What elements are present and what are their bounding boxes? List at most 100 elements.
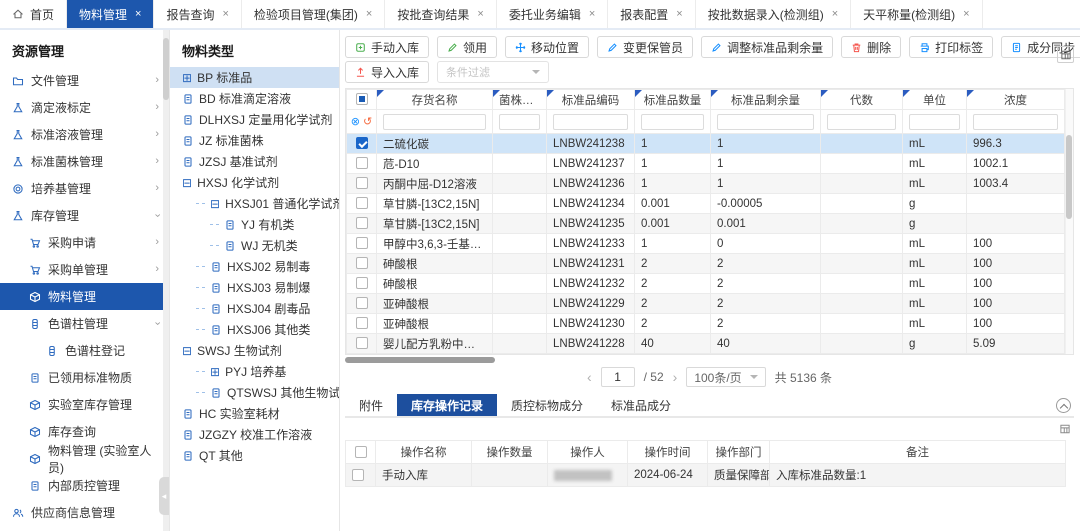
close-icon[interactable]: × [589,8,595,20]
close-icon[interactable]: × [963,8,969,20]
row-checkbox[interactable] [356,257,368,269]
column-filter-input[interactable] [641,114,704,130]
tree-node-15[interactable]: ⊞PYJ 培养基 [170,361,339,382]
table-settings-icon-bottom[interactable] [1058,422,1072,436]
sidebar-item-13[interactable]: 实验室库存管理 [0,391,169,418]
tree-node-17[interactable]: HC 实验室耗材 [170,403,339,424]
detail-tab-1[interactable]: 附件 [345,394,397,416]
tab-6[interactable]: 委托业务编辑× [497,0,608,28]
sidebar-item-15[interactable]: 物料管理 (实验室人员) [0,445,169,472]
tree-node-2[interactable]: BD 标准滴定溶液 [170,88,339,109]
sidebar-item-11[interactable]: 色谱柱登记 [0,337,169,364]
column-filter-input[interactable] [717,114,814,130]
close-icon[interactable]: × [676,8,682,20]
column-filter-input[interactable] [499,114,540,130]
tree-node-1[interactable]: ⊞BP 标准品 [170,67,339,88]
tree-node-8[interactable]: YJ 有机类 [170,214,339,235]
column-filter-input[interactable] [909,114,960,130]
tree-node-13[interactable]: HXSJ06 其他类 [170,319,339,340]
close-icon[interactable]: × [477,8,483,20]
close-icon[interactable]: × [366,8,372,20]
horizontal-scrollbar[interactable] [345,356,1074,364]
tab-9[interactable]: 天平称量(检测组)× [851,0,982,28]
tree-node-19[interactable]: QT 其他 [170,445,339,466]
expand-icon[interactable]: ⊞ [182,72,192,84]
expand-icon[interactable]: ⊞ [210,366,220,378]
op-select-all-checkbox[interactable] [355,446,367,458]
row-checkbox[interactable] [356,277,368,289]
table-row[interactable]: 草甘膦-[13C2,15N]LNBW2412350.0010.001g [347,214,1065,234]
tab-8[interactable]: 按批数据录入(检测组)× [696,0,851,28]
table-settings-icon[interactable] [1057,46,1074,63]
toolbar-button-1-3[interactable]: 移动位置 [505,36,589,58]
select-all-checkbox[interactable] [356,93,368,105]
column-header-3[interactable]: 标准品编码 [547,90,635,110]
table-row[interactable]: 甲醇中3,6,3-壬基酚-13C6LNBW24123310mL100 [347,234,1065,254]
row-checkbox[interactable] [356,177,368,189]
table-row[interactable]: 亚砷酸根LNBW24123022mL100 [347,314,1065,334]
column-header-7[interactable]: 单位 [903,90,967,110]
column-filter-input[interactable] [973,114,1058,130]
toolbar-button-1-2[interactable]: 领用 [437,36,497,58]
sidebar-item-6[interactable]: 库存管理› [0,202,169,229]
toolbar-button-1-1[interactable]: 手动入库 [345,36,429,58]
tree-node-16[interactable]: QTSWSJ 其他生物试剂 [170,382,339,403]
tree-node-12[interactable]: HXSJ04 剧毒品 [170,298,339,319]
table-row[interactable]: 婴儿配方乳粉中维生素B1、...LNBW2412284040g5.09 [347,334,1065,354]
sidebar-item-2[interactable]: 滴定液标定› [0,94,169,121]
sidebar-item-10[interactable]: 色谱柱管理› [0,310,169,337]
sidebar-item-3[interactable]: 标准溶液管理› [0,121,169,148]
tree-node-11[interactable]: HXSJ03 易制爆 [170,277,339,298]
sidebar-item-7[interactable]: 采购申请› [0,229,169,256]
sidebar-item-12[interactable]: 已领用标准物质 [0,364,169,391]
op-column-header-3[interactable]: 操作人 [548,441,628,464]
table-row[interactable]: 亚砷酸根LNBW24122922mL100 [347,294,1065,314]
tree-node-7[interactable]: ⊟HXSJ01 普通化学试剂 [170,193,339,214]
detail-tab-4[interactable]: 标准品成分 [597,394,685,416]
tab-3[interactable]: 报告查询× [154,0,241,28]
operation-row[interactable]: 手动入库2024-06-24质量保障部入库标准品数量:1 [346,464,1066,487]
column-header-8[interactable]: 浓度 [967,90,1065,110]
table-row[interactable]: 二硫化碳LNBW24123811mL996.3 [347,134,1065,154]
tree-node-5[interactable]: JZSJ 基准试剂 [170,151,339,172]
sidebar-collapse-handle[interactable]: ◂ [159,477,169,515]
collapse-icon[interactable]: ⊟ [210,198,220,210]
close-icon[interactable]: × [135,8,141,20]
row-checkbox[interactable] [356,197,368,209]
tree-node-4[interactable]: JZ 标准菌株 [170,130,339,151]
close-icon[interactable]: × [222,8,228,20]
op-column-header-2[interactable]: 操作数量 [472,441,548,464]
vertical-scrollbar[interactable] [1065,89,1073,354]
reset-filter-icon[interactable]: ↺ [363,115,372,128]
row-checkbox[interactable] [356,337,368,349]
row-checkbox[interactable] [356,317,368,329]
toolbar-button-1-5[interactable]: 调整标准品剩余量 [701,36,833,58]
sidebar-scrollbar[interactable] [163,30,169,531]
toolbar-button-1-7[interactable]: 打印标签 [909,36,993,58]
tree-node-9[interactable]: WJ 无机类 [170,235,339,256]
detail-tab-2[interactable]: 库存操作记录 [397,394,497,416]
sidebar-item-5[interactable]: 培养基管理› [0,175,169,202]
tab-4[interactable]: 检验项目管理(集团)× [242,0,385,28]
page-size-select[interactable]: 100条/页 [686,367,765,387]
sidebar-item-4[interactable]: 标准菌株管理› [0,148,169,175]
tree-node-3[interactable]: DLHXSJ 定量用化学试剂 [170,109,339,130]
collapse-icon[interactable]: ⊟ [182,345,192,357]
tab-5[interactable]: 按批查询结果× [385,0,496,28]
row-checkbox[interactable] [356,137,368,149]
table-row[interactable]: 丙酮中屈-D12溶液LNBW24123611mL1003.4 [347,174,1065,194]
sidebar-item-9[interactable]: 物料管理 [0,283,169,310]
table-row[interactable]: 砷酸根LNBW24123222mL100 [347,274,1065,294]
column-filter-input[interactable] [827,114,896,130]
tab-7[interactable]: 报表配置× [608,0,695,28]
tree-node-14[interactable]: ⊟SWSJ 生物试剂 [170,340,339,361]
toolbar-button-1-4[interactable]: 变更保管员 [597,36,693,58]
sidebar-item-16[interactable]: 内部质控管理 [0,472,169,499]
close-icon[interactable]: × [832,8,838,20]
column-filter-input[interactable] [553,114,628,130]
table-row[interactable]: 草甘膦-[13C2,15N]LNBW2412340.001-0.00005g [347,194,1065,214]
clear-selection-icon[interactable]: ⊗ [351,115,360,128]
collapse-panel-icon[interactable] [1056,398,1071,413]
op-row-checkbox[interactable] [352,469,364,481]
sidebar-item-1[interactable]: 文件管理› [0,67,169,94]
